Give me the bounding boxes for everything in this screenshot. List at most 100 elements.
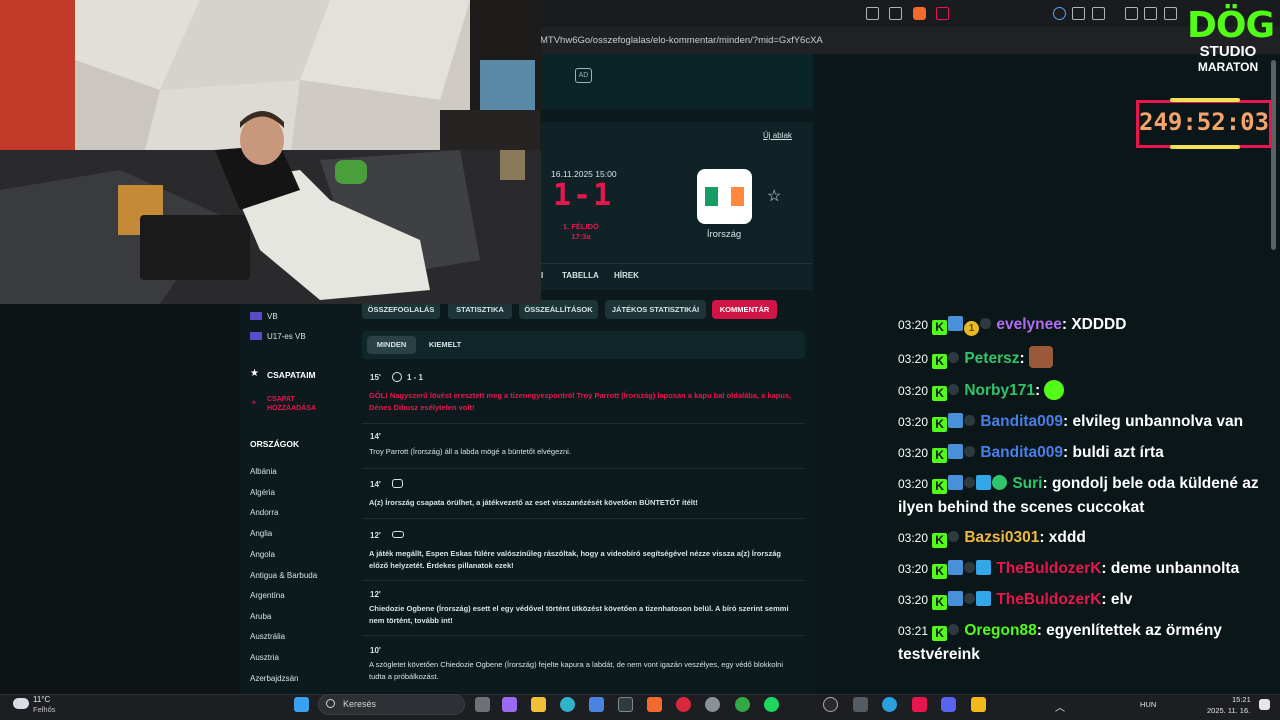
- kick-badge-icon: K: [932, 386, 948, 401]
- tab-kommentar[interactable]: KOMMENTÁR: [712, 300, 777, 319]
- chat-username[interactable]: Petersz: [964, 350, 1019, 367]
- wallet-icon[interactable]: [1164, 7, 1177, 20]
- windows-start-icon[interactable]: [294, 697, 309, 712]
- brave-shield-icon[interactable]: [913, 7, 926, 20]
- rewards-icon[interactable]: [936, 7, 949, 20]
- music-icon[interactable]: [1125, 7, 1138, 20]
- kick-badge-icon: K: [932, 320, 948, 335]
- country-item[interactable]: Azerbajdzsán: [250, 674, 298, 683]
- chat-username[interactable]: evelynee: [996, 316, 1062, 333]
- kick-badge-icon: K: [932, 448, 948, 463]
- rockstar-icon[interactable]: [971, 697, 986, 712]
- chat-time: 03:20: [898, 384, 929, 398]
- brave-icon[interactable]: [647, 697, 662, 712]
- country-item[interactable]: Ausztria: [250, 653, 279, 662]
- tab-hirek[interactable]: HÍREK: [614, 271, 639, 280]
- filter-kiemelt[interactable]: KIEMELT: [423, 336, 467, 354]
- new-window-link[interactable]: Új ablak: [763, 131, 792, 140]
- weather-temp[interactable]: 11°C: [33, 695, 50, 704]
- sub-badge-icon: [948, 444, 964, 459]
- spotify-icon[interactable]: [764, 697, 779, 712]
- settings-icon[interactable]: [705, 697, 720, 712]
- discord-icon[interactable]: [941, 697, 956, 712]
- chat-username[interactable]: Oregon88: [964, 622, 1036, 639]
- sidebar-item-u17[interactable]: U17-es VB: [267, 332, 306, 341]
- xbox-icon[interactable]: [735, 697, 750, 712]
- sidebar-item-vb[interactable]: VB: [267, 312, 278, 321]
- chat-username[interactable]: TheBuldozerK: [996, 560, 1101, 577]
- tab-tabella[interactable]: TABELLA: [562, 271, 599, 280]
- plus-icon[interactable]: +: [251, 398, 257, 409]
- file-explorer-icon[interactable]: [531, 697, 546, 712]
- screenshot-icon[interactable]: [1092, 7, 1105, 20]
- search-label[interactable]: Keresés: [343, 699, 376, 709]
- filter-minden[interactable]: MINDEN: [367, 336, 416, 354]
- country-item[interactable]: Algéria: [250, 488, 275, 497]
- clock-time[interactable]: 15:21: [1232, 695, 1251, 704]
- chat-message: 03:20 K Bazsi0301: xddd: [898, 529, 1086, 548]
- bomb-badge-icon: [964, 562, 976, 573]
- country-item[interactable]: Argentína: [250, 591, 285, 600]
- chat-username[interactable]: Bazsi0301: [964, 529, 1039, 546]
- country-item[interactable]: Antigua & Barbuda: [250, 571, 317, 580]
- page-scrollbar[interactable]: [1271, 60, 1276, 250]
- country-item[interactable]: Aruba: [250, 612, 271, 621]
- add-team-link[interactable]: CSAPAT HOZZÁADÁSA: [267, 395, 327, 413]
- weather-desc[interactable]: Felhős: [33, 705, 56, 714]
- country-item[interactable]: Ausztrália: [250, 632, 285, 641]
- cast-icon[interactable]: [866, 7, 879, 20]
- chat-username[interactable]: TheBuldozerK: [996, 591, 1101, 608]
- edge-icon[interactable]: [560, 697, 575, 712]
- comment-text-goal: GÓL! Nagyszerű lövést eresztett meg a ti…: [369, 390, 799, 414]
- country-item[interactable]: Angola: [250, 550, 275, 559]
- store-icon[interactable]: [589, 697, 604, 712]
- app-icon[interactable]: [912, 697, 927, 712]
- clock-date[interactable]: 2025. 11. 16.: [1207, 706, 1250, 715]
- dog-studio-logo: DÖG STUDIO MARATON: [1187, 8, 1275, 92]
- url-text[interactable]: MTVhw6Go/osszefoglalas/elo-kommentar/min…: [540, 35, 823, 46]
- browser-address-bar[interactable]: MTVhw6Go/osszefoglalas/elo-kommentar/min…: [540, 27, 1280, 54]
- timer-bar-bottom: [1170, 145, 1240, 149]
- chat-username[interactable]: Bandita009: [980, 444, 1063, 461]
- country-item[interactable]: Albánia: [250, 467, 277, 476]
- team-logo-ireland[interactable]: [697, 169, 752, 224]
- tab-jatekos-statisztikai[interactable]: JÁTÉKOS STATISZTIKÁI: [605, 300, 706, 319]
- chat-username[interactable]: Suri: [1012, 475, 1042, 492]
- comment-minute: 12': [370, 531, 381, 540]
- app-red-icon[interactable]: [676, 697, 691, 712]
- windows-taskbar: [0, 694, 1280, 720]
- divider: [362, 580, 805, 581]
- chat-message: 03:20 K Bandita009: elvileg unbannolva va…: [898, 413, 1244, 432]
- share-icon[interactable]: [889, 7, 902, 20]
- bomb-badge-icon: [948, 531, 960, 542]
- favorite-star-icon[interactable]: ☆: [767, 186, 781, 206]
- extensions-icon[interactable]: [1072, 7, 1085, 20]
- terminal-icon[interactable]: [618, 697, 633, 712]
- telegram-icon[interactable]: [882, 697, 897, 712]
- task-view-icon[interactable]: [475, 697, 490, 712]
- tray-chevron-icon[interactable]: ︿: [1055, 699, 1065, 714]
- calculator-icon[interactable]: [853, 697, 868, 712]
- taskbar-search[interactable]: [318, 694, 465, 715]
- chat-time: 03:20: [898, 415, 929, 429]
- sidebar-icon[interactable]: [1144, 7, 1157, 20]
- verified-badge-icon: [992, 475, 1008, 490]
- chat-username[interactable]: Norby171: [964, 382, 1035, 399]
- country-item[interactable]: Andorra: [250, 508, 278, 517]
- webcam-scene: [0, 0, 541, 304]
- chat-username[interactable]: Bandita009: [980, 413, 1063, 430]
- bomb-badge-icon: [948, 624, 960, 635]
- kick-badge-icon: K: [932, 417, 948, 432]
- cloud-icon[interactable]: [13, 698, 29, 709]
- country-item[interactable]: Anglia: [250, 529, 272, 538]
- copilot-icon[interactable]: [502, 697, 517, 712]
- team-name-right[interactable]: Írország: [700, 229, 748, 240]
- obs-icon[interactable]: [823, 697, 838, 712]
- chat-message: 03:20 K Suri: gondolj bele oda küldené az…: [898, 475, 1259, 516]
- tab-partial[interactable]: I: [541, 271, 543, 280]
- divider: [362, 468, 805, 469]
- notification-icon[interactable]: [1259, 699, 1270, 710]
- language-indicator[interactable]: HUN: [1140, 700, 1156, 709]
- translate-icon[interactable]: [1053, 7, 1066, 20]
- comment-minute: 12': [370, 590, 381, 599]
